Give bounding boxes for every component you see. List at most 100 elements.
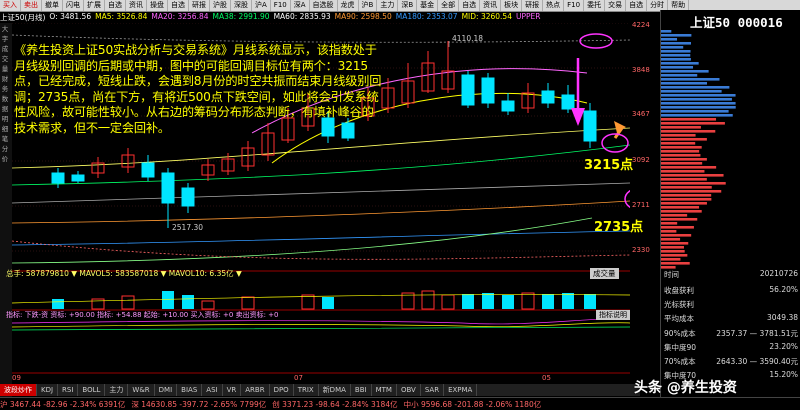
- chip-bar: [661, 238, 681, 241]
- toolbar-item[interactable]: 沪股: [210, 0, 231, 11]
- indicator-tab[interactable]: MTM: [372, 384, 397, 396]
- toolbar-item[interactable]: 深股: [231, 0, 252, 11]
- chip-bar: [661, 70, 709, 73]
- chip-bar: [661, 138, 707, 141]
- toolbar-item[interactable]: 自选: [459, 0, 481, 11]
- chip-bar: [661, 54, 691, 57]
- side-strip-char[interactable]: 财: [0, 75, 10, 83]
- toolbar-item[interactable]: 自选股: [310, 0, 338, 11]
- toolbar-item[interactable]: F10: [564, 0, 585, 11]
- toolbar-item[interactable]: F10: [271, 0, 291, 11]
- toolbar-item[interactable]: 撤单: [42, 0, 63, 11]
- chip-bar: [661, 78, 720, 81]
- side-strip-char[interactable]: 成: [0, 45, 10, 53]
- toolbar-item[interactable]: 板块: [501, 0, 523, 11]
- chip-bar: [661, 210, 702, 213]
- toolbar-item[interactable]: 操盘: [147, 0, 168, 11]
- toolbar-item[interactable]: 自选: [168, 0, 189, 11]
- indicator-tab[interactable]: VR: [223, 384, 242, 396]
- toolbar-item[interactable]: 主力: [377, 0, 399, 11]
- toolbar-item[interactable]: 龙虎: [338, 0, 359, 11]
- ma-open: O: 3481.56: [49, 12, 92, 21]
- side-strip-char[interactable]: 量: [0, 65, 10, 73]
- chip-bar: [661, 218, 698, 221]
- chip-bar: [661, 174, 724, 177]
- indicator-tab[interactable]: EXPMA: [444, 384, 478, 396]
- right-panel-title: 上证50 000016: [690, 15, 783, 30]
- status-sh: 沪 3467.44 -82.96 -2.34% 6391亿: [0, 399, 126, 409]
- chip-bar: [661, 46, 684, 49]
- ma90-value: MA90: 2598.50: [334, 12, 392, 21]
- side-strip-char[interactable]: 字: [0, 35, 10, 43]
- side-strip-char[interactable]: 据: [0, 105, 10, 113]
- chip-bar: [661, 30, 672, 33]
- indicator-tab[interactable]: KDJ: [37, 384, 59, 396]
- indicator-tab[interactable]: DPO: [270, 384, 294, 396]
- toolbar-item[interactable]: 研报: [189, 0, 210, 11]
- volume-dropdown[interactable]: 成交量: [590, 268, 619, 279]
- upper-label: UPPER: [515, 12, 541, 21]
- indicator-tab[interactable]: TRIX: [294, 384, 319, 396]
- indicator-tab[interactable]: ARBR: [241, 384, 270, 396]
- chip-bar: [661, 246, 684, 249]
- axis-tick-2: 3848: [632, 66, 650, 74]
- chip-bar: [661, 162, 703, 165]
- toolbar-item[interactable]: 基金: [417, 0, 439, 11]
- indicator-tab[interactable]: BOLL: [78, 384, 106, 396]
- chip-bar: [661, 42, 692, 45]
- side-strip-char[interactable]: 分: [0, 145, 10, 153]
- side-strip-char[interactable]: 交: [0, 55, 10, 63]
- side-strip-char[interactable]: 务: [0, 85, 10, 93]
- toolbar-item[interactable]: 委托: [584, 0, 606, 11]
- indicator-tab[interactable]: W&R: [128, 384, 155, 396]
- side-strip-char[interactable]: 笔: [0, 135, 10, 143]
- side-strip-char[interactable]: 大: [0, 25, 10, 33]
- indicator-tab[interactable]: BIAS: [177, 384, 203, 396]
- indicator-tab[interactable]: ASI: [202, 384, 223, 396]
- toolbar-item[interactable]: 扩展: [84, 0, 105, 11]
- chip-bar: [661, 190, 722, 193]
- toolbar-item[interactable]: 全部: [438, 0, 460, 11]
- toolbar-item[interactable]: 交易: [605, 0, 627, 11]
- toolbar-item[interactable]: 研报: [522, 0, 544, 11]
- toolbar-item[interactable]: 自选: [626, 0, 648, 11]
- toolbar-item[interactable]: 资讯: [126, 0, 147, 11]
- side-strip-char[interactable]: 价: [0, 155, 10, 163]
- toolbar-item[interactable]: 热点: [543, 0, 565, 11]
- toolbar-item[interactable]: 深B: [398, 0, 418, 11]
- indicator-tab[interactable]: 主力: [105, 384, 129, 396]
- ma-title: 上证50(月线): [0, 13, 46, 22]
- indicator-tab[interactable]: RSI: [58, 384, 79, 396]
- toolbar-item[interactable]: 深A: [291, 0, 310, 11]
- indicator-explain-button[interactable]: 指标说明: [596, 310, 630, 320]
- svg-text:07: 07: [294, 374, 303, 382]
- stat-time: 时间 20210726: [664, 269, 798, 279]
- indicator-tab[interactable]: SAR: [421, 384, 445, 396]
- indicator-tab[interactable]: 波段炒作: [0, 384, 37, 396]
- chip-bar: [661, 202, 707, 205]
- svg-text:05: 05: [542, 374, 551, 382]
- side-strip-char[interactable]: 细: [0, 125, 10, 133]
- toolbar-item[interactable]: 闪电: [63, 0, 84, 11]
- axis-tick-5: 2711: [632, 201, 650, 209]
- toolbar-item[interactable]: 买入: [0, 0, 21, 11]
- chip-bar: [661, 170, 705, 173]
- chip-bar: [661, 126, 701, 129]
- side-strip-char[interactable]: 明: [0, 115, 10, 123]
- indicator-tab[interactable]: BBI: [351, 384, 372, 396]
- toolbar-item[interactable]: 资讯: [480, 0, 502, 11]
- side-strip-char[interactable]: 数: [0, 95, 10, 103]
- stat-close-profit: 收盘获利 56.20%: [664, 285, 798, 295]
- chip-bar: [661, 62, 699, 65]
- indicator-tab[interactable]: 新DMA: [319, 384, 351, 396]
- ma-legend: 上证50(月线) O: 3481.56 MA5: 3526.84 MA20: 3…: [0, 12, 540, 23]
- toolbar-item[interactable]: 沪B: [359, 0, 378, 11]
- chip-bar: [661, 166, 717, 169]
- indicator-legend: 指标: 下跌-资 资标: +90.00 指标: +54.88 起始: +10.0…: [6, 311, 279, 319]
- toolbar-item[interactable]: 卖出: [21, 0, 42, 11]
- indicator-tab[interactable]: OBV: [397, 384, 421, 396]
- indicator-tab[interactable]: DMI: [155, 384, 178, 396]
- toolbar-item[interactable]: 自选: [105, 0, 126, 11]
- toolbar-item[interactable]: 沪A: [252, 0, 271, 11]
- status-cy: 创 3371.23 -98.64 -2.84% 3184亿: [272, 399, 398, 409]
